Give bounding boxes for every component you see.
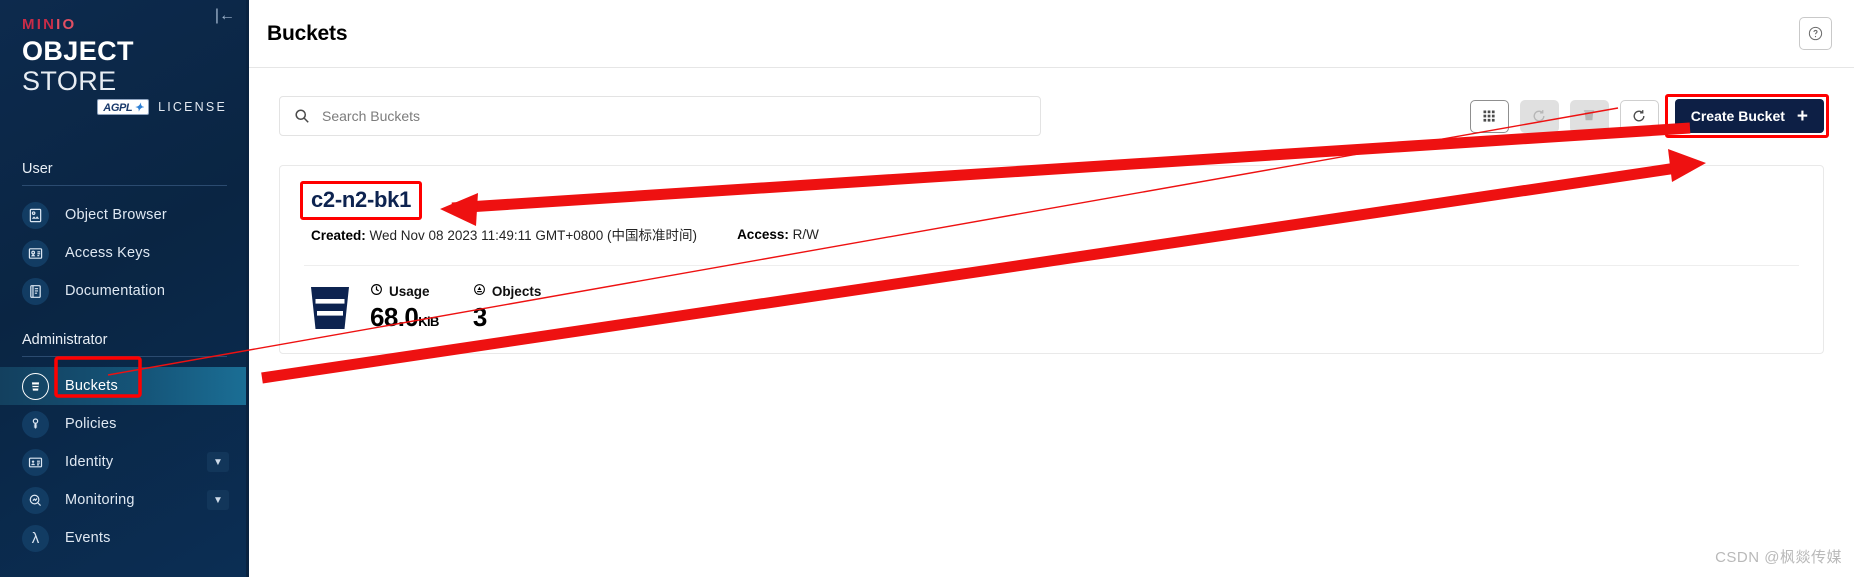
search-icon <box>294 108 310 124</box>
objects-value: 3 <box>472 302 487 332</box>
collapse-sidebar-icon[interactable]: |← <box>215 8 235 24</box>
sidebar-item-label: Identity <box>65 454 114 470</box>
events-lambda-icon: λ <box>22 524 49 552</box>
main-content: Buckets Search Buckets Create Bucket + c… <box>249 0 1854 577</box>
bucket-stats: Usage 68.0KiB Objects 3 <box>304 283 1799 333</box>
bucket-name-link[interactable]: c2-n2-bk1 <box>304 184 418 217</box>
sidebar-divider-administrator <box>22 356 227 357</box>
license-row: AGPL ✦ LICENSE <box>22 99 231 115</box>
usage-value: 68.0 <box>370 302 419 332</box>
chevron-down-icon[interactable]: ▼ <box>207 490 229 510</box>
object-text: OBJECT <box>22 36 134 66</box>
sidebar-item-object-browser[interactable]: Object Browser <box>0 196 249 234</box>
grid-view-button[interactable] <box>1469 99 1509 133</box>
identity-icon <box>22 448 49 476</box>
plus-icon: + <box>1796 105 1808 127</box>
agpl-text: AGPL <box>103 101 133 114</box>
objects-head: Objects <box>473 283 542 299</box>
monitoring-icon <box>22 486 49 514</box>
bucket-name-wrapper: c2-n2-bk1 <box>300 181 423 220</box>
access-label: Access: <box>737 226 789 242</box>
card-divider <box>304 265 1799 266</box>
minio-io-text: IO <box>56 16 77 33</box>
sidebar-item-label: Access Keys <box>65 245 151 261</box>
page-header: Buckets <box>249 0 1854 68</box>
bucket-card[interactable]: c2-n2-bk1 Created: Wed Nov 08 2023 11:49… <box>279 165 1824 354</box>
sidebar-item-identity[interactable]: Identity ▼ <box>0 443 249 481</box>
toolbar-buttons: Create Bucket + <box>1469 94 1829 138</box>
store-text: STORE <box>22 66 117 96</box>
objects-label: Objects <box>491 283 542 299</box>
create-bucket-wrapper: Create Bucket + <box>1664 94 1829 138</box>
refresh-icon[interactable] <box>1619 99 1659 133</box>
lifecycle-refresh-icon <box>1519 99 1559 133</box>
usage-unit: KiB <box>418 314 439 329</box>
stat-usage: Usage 68.0KiB <box>370 283 439 333</box>
sidebar-item-label: Policies <box>65 416 117 432</box>
search-input[interactable] <box>322 108 1026 124</box>
access-keys-icon <box>22 239 49 267</box>
help-question-icon[interactable] <box>1799 17 1832 50</box>
created-label: Created: <box>311 228 366 243</box>
create-bucket-button[interactable]: Create Bucket + <box>1674 99 1824 133</box>
sidebar-item-documentation[interactable]: Documentation <box>0 272 249 310</box>
access-value: R/W <box>792 226 819 242</box>
object-browser-icon <box>22 201 49 229</box>
page-title: Buckets <box>267 21 348 45</box>
usage-label: Usage <box>389 283 430 299</box>
object-store-wordmark: OBJECT STORE <box>22 36 231 96</box>
sidebar-item-policies[interactable]: Policies <box>0 405 249 443</box>
bucket-meta-row: Created: Wed Nov 08 2023 11:49:11 GMT+08… <box>304 224 1799 244</box>
license-text: LICENSE <box>158 100 227 114</box>
sidebar-section-user: User <box>22 161 53 177</box>
sidebar-item-buckets[interactable]: Buckets <box>0 367 249 405</box>
bucket-access: Access: R/W <box>737 227 819 242</box>
sidebar-item-events[interactable]: λ Events <box>0 519 249 557</box>
agpl-badge: AGPL ✦ <box>97 99 150 115</box>
buckets-icon <box>22 372 49 400</box>
sidebar-item-label: Buckets <box>65 378 118 394</box>
chevron-down-icon[interactable]: ▼ <box>207 452 229 472</box>
csdn-watermark: CSDN @枫燚传媒 <box>1715 549 1842 566</box>
sidebar-item-label: Documentation <box>65 283 166 299</box>
documentation-icon <box>22 277 49 305</box>
create-bucket-label: Create Bucket <box>1690 108 1785 124</box>
sidebar-section-administrator: Administrator <box>22 332 108 348</box>
clock-icon <box>370 283 383 299</box>
search-box[interactable] <box>279 96 1041 136</box>
created-value: Wed Nov 08 2023 11:49:11 GMT+0800 (中国标准时… <box>369 228 698 243</box>
sidebar-item-monitoring[interactable]: Monitoring ▼ <box>0 481 249 519</box>
sidebar-item-label: Events <box>65 530 111 546</box>
buckets-toolbar: Create Bucket + <box>279 94 1829 138</box>
sidebar-item-access-keys[interactable]: Access Keys <box>0 234 249 272</box>
sidebar: |← MINIO OBJECT STORE AGPL ✦ LICENSE User… <box>0 0 249 577</box>
trash-icon <box>1569 99 1609 133</box>
stat-columns: Usage 68.0KiB Objects 3 <box>370 283 541 333</box>
minio-console: |← MINIO OBJECT STORE AGPL ✦ LICENSE User… <box>0 0 1854 577</box>
buckets-panel: Create Bucket + c2-n2-bk1 Created: <box>249 68 1854 354</box>
policies-icon <box>22 410 49 438</box>
sidebar-item-label: Monitoring <box>65 492 135 508</box>
usage-value-row: 68.0KiB <box>370 302 439 333</box>
sidebar-divider-user <box>22 185 227 186</box>
sidebar-item-label: Object Browser <box>65 207 167 223</box>
leaf-icon: ✦ <box>134 102 144 114</box>
bucket-created: Created: Wed Nov 08 2023 11:49:11 GMT+08… <box>311 224 697 244</box>
brand-logo: |← MINIO OBJECT STORE AGPL ✦ LICENSE <box>0 0 249 121</box>
bucket-glyph-icon <box>308 283 352 333</box>
stat-objects: Objects 3 <box>473 283 542 333</box>
usage-head: Usage <box>370 283 439 299</box>
minio-wordmark: MINIO <box>22 16 231 33</box>
minio-text: MIN <box>22 16 57 33</box>
objects-icon <box>473 283 486 299</box>
